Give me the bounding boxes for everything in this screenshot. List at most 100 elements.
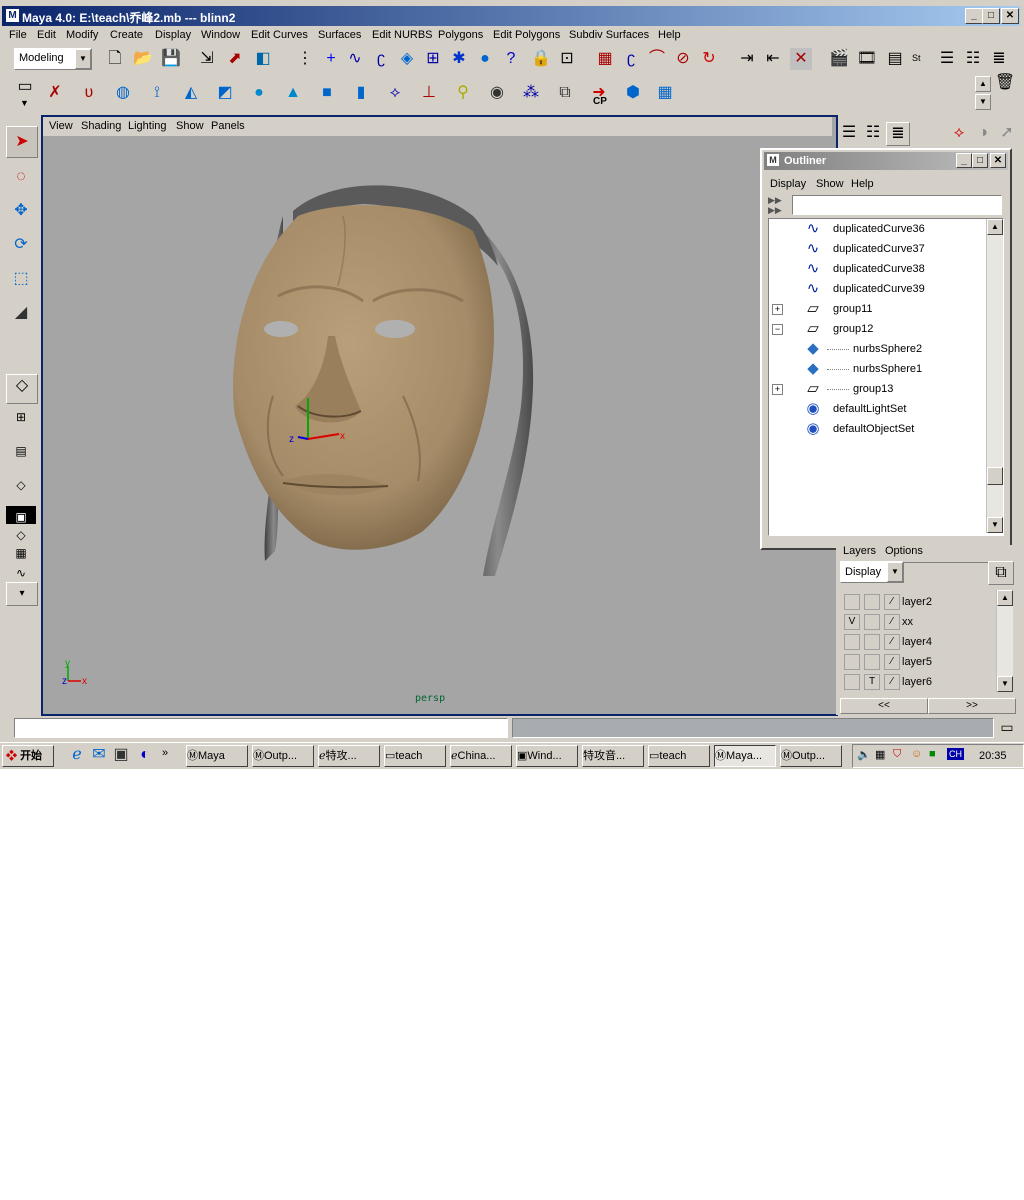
render-region-icon[interactable]: ✕	[790, 48, 812, 70]
layers-next-button[interactable]: >>	[928, 698, 1016, 714]
task-teach-2[interactable]: ▭teach	[648, 745, 710, 767]
attribute-icon[interactable]: ⟡	[948, 122, 970, 144]
outliner-item-nurbsSphere1[interactable]: ◆ nurbsSphere1	[769, 359, 983, 379]
outliner-menu-display[interactable]: Display	[770, 178, 806, 190]
history-icon[interactable]: ▦	[594, 48, 616, 70]
snap-view-icon[interactable]: ◈	[396, 48, 418, 70]
snap-surface-icon[interactable]: ʗ	[370, 48, 392, 70]
vp-menu-panels[interactable]: Panels	[211, 120, 245, 132]
app-tray-icon[interactable]: ■	[929, 748, 936, 760]
menu-edit-curves[interactable]: Edit Curves	[251, 29, 308, 41]
particles-icon[interactable]: ⁂	[520, 82, 542, 104]
outliner-scrollbar[interactable]: ▲ ▼	[986, 219, 1003, 533]
scroll-thumb[interactable]	[987, 467, 1003, 485]
outlook-icon[interactable]: ✉	[88, 744, 110, 766]
hierarchy-mode-icon[interactable]: ⬈	[224, 48, 246, 70]
snap-curve-icon[interactable]: ∿	[344, 48, 366, 70]
shading-icon[interactable]: ◑	[972, 122, 994, 144]
loft-icon[interactable]: ⟟	[146, 82, 168, 104]
scale-tool-icon[interactable]: ⬚	[6, 264, 36, 294]
task-windows[interactable]: ▣Wind...	[516, 745, 578, 767]
outliner-maximize-button[interactable]: □	[972, 153, 988, 168]
rotate-snap-icon[interactable]: ↻	[698, 48, 720, 70]
snap-toggle-icon[interactable]: ⊘	[672, 48, 694, 70]
channel-layer-icon[interactable]: ≣	[886, 122, 910, 146]
new-layer-icon[interactable]: ⧉	[988, 561, 1014, 585]
tool-icon[interactable]: ➚	[996, 122, 1018, 144]
menu-polygons[interactable]: Polygons	[438, 29, 483, 41]
scroll-down-icon[interactable]: ▼	[987, 517, 1003, 533]
layer-row[interactable]: T ⁄ layer6	[840, 672, 996, 692]
snap-live-icon[interactable]: ⊞	[422, 48, 444, 70]
lock-icon[interactable]: 🔒	[530, 48, 552, 70]
expand-plus-icon[interactable]: +	[772, 304, 783, 315]
outliner-menu-help[interactable]: Help	[851, 178, 874, 190]
collapse-minus-icon[interactable]: −	[772, 324, 783, 335]
chevron-down-icon[interactable]: ▼	[75, 49, 91, 69]
task-teach-1[interactable]: ▭teach	[384, 745, 446, 767]
outliner-menu-show[interactable]: Show	[816, 178, 844, 190]
outliner-item-defaultLightSet[interactable]: ◉ defaultLightSet	[769, 399, 983, 419]
snap-handle-icon[interactable]: ✱	[448, 48, 470, 70]
channel-box-icon[interactable]: ☷	[962, 48, 984, 70]
chevron-down-icon[interactable]: ▼	[887, 562, 903, 582]
layer-visibility-toggle[interactable]	[844, 634, 860, 650]
outliner-item-group13[interactable]: + ▱ group13	[769, 379, 983, 399]
vp-menu-shading[interactable]: Shading	[81, 120, 121, 132]
light-icon[interactable]: ⚲	[452, 82, 474, 104]
persp-graph-layout-icon[interactable]: ◇	[6, 524, 36, 542]
task-special-1[interactable]: ℯ特攻...	[318, 745, 380, 767]
layer-template-toggle[interactable]	[864, 634, 880, 650]
manipulator-tool-icon[interactable]: ◢	[6, 298, 36, 328]
curve-graph-layout-icon[interactable]: ∿	[6, 562, 36, 580]
four-view-layout-icon[interactable]: ⊞	[6, 406, 36, 434]
single-view-layout-icon[interactable]: ◇	[6, 374, 38, 404]
layer-list-icon[interactable]: ☷	[862, 122, 884, 144]
channel-list-icon[interactable]: ☰	[838, 122, 860, 144]
menu-help[interactable]: Help	[658, 29, 681, 41]
outliner-item-duplicatedCurve38[interactable]: ∿ duplicatedCurve38	[769, 259, 983, 279]
ep-curve-icon[interactable]: ʋ	[78, 82, 100, 104]
outliner-item-duplicatedCurve36[interactable]: ∿ duplicatedCurve36	[769, 219, 983, 239]
qq-icon[interactable]: ☺	[911, 748, 922, 760]
shelf-menu[interactable]: ▭ ▼	[14, 76, 36, 110]
extrude-icon[interactable]: ◭	[180, 82, 202, 104]
outliner-item-group11[interactable]: + ▱ group11	[769, 299, 983, 319]
ik-handle-icon[interactable]: ⊥	[418, 82, 440, 104]
snap-sphere-icon[interactable]: ●	[474, 48, 496, 70]
layer-color-swatch[interactable]: ⁄	[884, 594, 900, 610]
hypergraph-layout-icon[interactable]: ▣	[6, 506, 36, 524]
layer-visibility-toggle[interactable]: V	[844, 614, 860, 630]
desktop-icon[interactable]: ▣	[110, 744, 132, 766]
shield-icon[interactable]: ⛉	[893, 748, 901, 761]
render-ipr-icon[interactable]: 🎞	[856, 48, 878, 70]
outliner-search-input[interactable]	[792, 195, 1002, 215]
layer-row[interactable]: V ⁄ xx	[840, 612, 996, 632]
construction-icon[interactable]: ʗ	[620, 48, 642, 70]
input-language-indicator[interactable]: CH	[947, 748, 964, 760]
head-model-render[interactable]: x z	[43, 136, 832, 710]
clapper-icon[interactable]: 🎬	[828, 48, 850, 70]
layer-template-toggle[interactable]	[864, 654, 880, 670]
menu-display[interactable]: Display	[155, 29, 191, 41]
menu-window[interactable]: Window	[201, 29, 240, 41]
snap-grid-icon[interactable]: ⋮	[294, 48, 316, 70]
persp-outliner-layout-icon[interactable]: ▦	[6, 542, 36, 560]
scroll-up-icon[interactable]: ▲	[987, 219, 1003, 235]
layout-more-icon[interactable]: ▾	[6, 582, 38, 606]
layers-tab[interactable]: Layers	[843, 545, 876, 557]
graph-layout-icon[interactable]: ◇	[6, 474, 36, 502]
menu-edit-nurbs[interactable]: Edit NURBS	[372, 29, 433, 41]
vp-menu-view[interactable]: View	[49, 120, 73, 132]
select-filter-icon[interactable]: ⊡	[556, 48, 578, 70]
layer-visibility-toggle[interactable]	[844, 654, 860, 670]
nurbs-cone-icon[interactable]: ▲	[282, 82, 304, 104]
menu-edit[interactable]: Edit	[37, 29, 56, 41]
vp-menu-lighting[interactable]: Lighting	[128, 120, 167, 132]
layer-color-swatch[interactable]: ⁄	[884, 674, 900, 690]
nurbs-sphere-icon[interactable]: ●	[248, 82, 270, 104]
shelf-menu-arrow-icon[interactable]: ▼	[20, 98, 29, 108]
layer-row[interactable]: ⁄ layer5	[840, 652, 996, 672]
quick-launch-more-icon[interactable]: »	[162, 747, 168, 759]
input-icon[interactable]: ⇥	[736, 48, 758, 70]
